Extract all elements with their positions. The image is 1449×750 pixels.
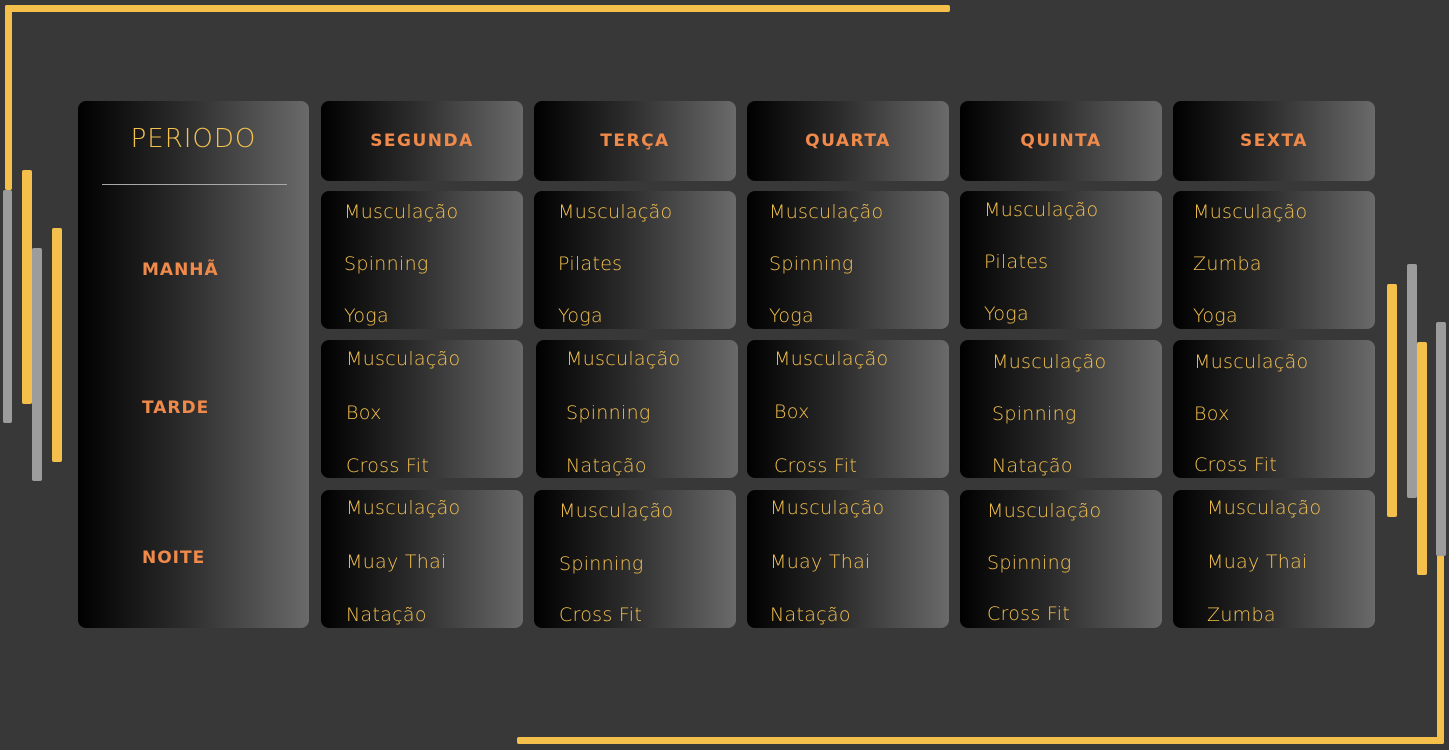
activity: Muay Thai [346,551,447,573]
left-deco-bar [32,248,42,481]
period-divider [102,184,287,185]
activity: Natação [566,455,647,477]
left-deco-bar [22,170,32,404]
period-label-morning: MANHÃ [142,260,219,280]
activity: Musculação [774,348,889,370]
activity: Spinning [992,403,1077,425]
activity: Musculação [559,500,674,522]
activity: Musculação [346,497,461,519]
schedule-cell: Musculação Muay Thai Natação [321,490,523,628]
schedule-cell: Musculação Box Cross Fit [321,340,523,478]
activity: Natação [992,455,1073,477]
day-header-tuesday: TERÇA [534,101,736,181]
schedule-cell: Musculação Pilates Yoga [960,191,1162,329]
activity: Muay Thai [1207,551,1308,573]
frame-line-bottom [517,737,1444,744]
activity: Musculação [1207,497,1322,519]
activity: Box [774,401,810,423]
activity: Musculação [987,500,1102,522]
schedule-cell: Musculação Box Cross Fit [747,340,949,478]
activity: Zumba [1207,604,1276,626]
schedule-cell: Musculação Muay Thai Zumba [1173,490,1375,628]
activity: Musculação [344,201,459,223]
activity: Spinning [344,253,429,275]
schedule-cell: Musculação Pilates Yoga [534,191,736,329]
activity: Natação [770,604,851,626]
schedule-cell: Musculação Zumba Yoga [1173,191,1375,329]
activity: Cross Fit [1194,454,1278,476]
activity: Spinning [566,402,651,424]
activity: Box [346,402,382,424]
day-header-wednesday: QUARTA [747,101,949,181]
right-deco-bar [1436,322,1446,556]
activity: Spinning [559,553,644,575]
activity: Musculação [346,348,461,370]
left-deco-bar [52,228,62,462]
schedule-cell: Musculação Muay Thai Natação [747,490,949,628]
period-header: PERIODO [130,124,257,154]
schedule-cell: Musculação Spinning Yoga [747,191,949,329]
left-deco-bar [3,190,12,423]
activity: Musculação [992,351,1107,373]
schedule-cell: Musculação Spinning Cross Fit [534,490,736,628]
activity: Pilates [984,251,1049,273]
activity: Musculação [566,348,681,370]
day-header-thursday: QUINTA [960,101,1162,181]
right-deco-bar [1387,284,1397,517]
activity: Musculação [769,201,884,223]
frame-line-top [5,5,950,12]
activity: Cross Fit [346,455,430,477]
right-deco-bar [1407,264,1417,498]
activity: Zumba [1193,253,1262,275]
right-deco-bar [1417,342,1427,575]
activity: Yoga [558,305,603,327]
activity: Yoga [769,305,814,327]
activity: Pilates [558,253,623,275]
activity: Cross Fit [774,455,858,477]
schedule-cell: Musculação Spinning Natação [960,340,1162,478]
activity: Musculação [558,201,673,223]
activity: Yoga [1193,305,1238,327]
frame-line-left [5,5,12,190]
activity: Cross Fit [987,603,1071,625]
activity: Yoga [984,303,1029,325]
activity: Yoga [344,305,389,327]
schedule-cell: Musculação Spinning Cross Fit [960,490,1162,628]
schedule-cell: Musculação Box Cross Fit [1173,340,1375,478]
period-label-night: NOITE [142,548,206,568]
activity: Musculação [770,497,885,519]
activity: Muay Thai [770,551,871,573]
period-label-afternoon: TARDE [142,398,210,418]
activity: Musculação [984,199,1099,221]
frame-line-right [1437,555,1444,744]
activity: Musculação [1193,201,1308,223]
activity: Box [1194,403,1230,425]
activity: Natação [346,604,427,626]
day-header-monday: SEGUNDA [321,101,523,181]
day-header-friday: SEXTA [1173,101,1375,181]
schedule-cell: Musculação Spinning Natação [536,340,738,478]
schedule-cell: Musculação Spinning Yoga [321,191,523,329]
activity: Musculação [1194,351,1309,373]
activity: Spinning [769,253,854,275]
activity: Spinning [987,552,1072,574]
activity: Cross Fit [559,604,643,626]
